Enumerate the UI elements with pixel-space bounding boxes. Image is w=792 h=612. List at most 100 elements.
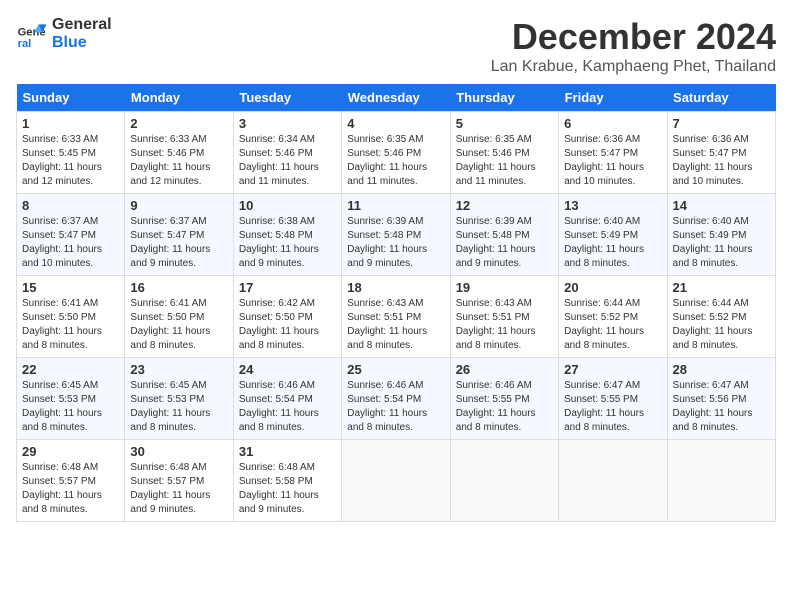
day-number: 18 [347,280,444,295]
day-info: Sunrise: 6:34 AM Sunset: 5:46 PM Dayligh… [239,133,336,189]
day-info: Sunrise: 6:38 AM Sunset: 5:48 PM Dayligh… [239,215,336,271]
calendar-cell: 2 Sunrise: 6:33 AM Sunset: 5:46 PM Daylig… [125,112,233,194]
calendar-cell: 9 Sunrise: 6:37 AM Sunset: 5:47 PM Daylig… [125,194,233,276]
calendar-week-2: 8 Sunrise: 6:37 AM Sunset: 5:47 PM Daylig… [17,194,776,276]
calendar-cell: 3 Sunrise: 6:34 AM Sunset: 5:46 PM Daylig… [233,112,341,194]
day-info: Sunrise: 6:36 AM Sunset: 5:47 PM Dayligh… [564,133,661,189]
day-info: Sunrise: 6:39 AM Sunset: 5:48 PM Dayligh… [456,215,553,271]
day-number: 28 [673,362,770,377]
calendar-cell [450,440,558,522]
day-info: Sunrise: 6:43 AM Sunset: 5:51 PM Dayligh… [347,297,444,353]
calendar-cell: 13 Sunrise: 6:40 AM Sunset: 5:49 PM Dayli… [559,194,667,276]
calendar-cell [667,440,775,522]
logo-text: General Blue [52,16,112,51]
day-number: 11 [347,198,444,213]
calendar-cell: 18 Sunrise: 6:43 AM Sunset: 5:51 PM Dayli… [342,276,450,358]
day-info: Sunrise: 6:48 AM Sunset: 5:57 PM Dayligh… [130,461,227,517]
day-info: Sunrise: 6:35 AM Sunset: 5:46 PM Dayligh… [456,133,553,189]
day-number: 15 [22,280,119,295]
calendar-cell: 17Sunrise: 6:42 AM Sunset: 5:50 PM Dayli… [233,276,341,358]
day-info: Sunrise: 6:46 AM Sunset: 5:54 PM Dayligh… [347,379,444,435]
svg-text:ral: ral [18,37,32,49]
calendar-cell: 31 Sunrise: 6:48 AM Sunset: 5:58 PM Dayli… [233,440,341,522]
day-number: 2 [130,116,227,131]
calendar-cell: 11Sunrise: 6:39 AM Sunset: 5:48 PM Dayli… [342,194,450,276]
day-number: 9 [130,198,227,213]
day-info: Sunrise: 6:41 AM Sunset: 5:50 PM Dayligh… [22,297,119,353]
day-info: Sunrise: 6:41 AM Sunset: 5:50 PM Dayligh… [130,297,227,353]
logo-blue: Blue [52,34,112,52]
day-info: Sunrise: 6:33 AM Sunset: 5:46 PM Dayligh… [130,133,227,189]
calendar-week-4: 22Sunrise: 6:45 AM Sunset: 5:53 PM Dayli… [17,358,776,440]
day-number: 19 [456,280,553,295]
day-info: Sunrise: 6:33 AM Sunset: 5:45 PM Dayligh… [22,133,119,189]
day-number: 27 [564,362,661,377]
calendar-cell: 8 Sunrise: 6:37 AM Sunset: 5:47 PM Daylig… [17,194,125,276]
logo-icon: Gene ral [16,18,48,50]
day-info: Sunrise: 6:47 AM Sunset: 5:56 PM Dayligh… [673,379,770,435]
calendar-cell: 1 Sunrise: 6:33 AM Sunset: 5:45 PM Daylig… [17,112,125,194]
day-number: 20 [564,280,661,295]
day-info: Sunrise: 6:45 AM Sunset: 5:53 PM Dayligh… [130,379,227,435]
calendar-cell: 20Sunrise: 6:44 AM Sunset: 5:52 PM Dayli… [559,276,667,358]
calendar-cell: 28 Sunrise: 6:47 AM Sunset: 5:56 PM Dayli… [667,358,775,440]
day-number: 31 [239,444,336,459]
month-title: December 2024 [491,16,776,58]
day-number: 10 [239,198,336,213]
day-number: 16 [130,280,227,295]
calendar-cell: 26Sunrise: 6:46 AM Sunset: 5:55 PM Dayli… [450,358,558,440]
calendar-cell [559,440,667,522]
day-number: 29 [22,444,119,459]
day-number: 30 [130,444,227,459]
calendar-cell: 6Sunrise: 6:36 AM Sunset: 5:47 PM Daylig… [559,112,667,194]
day-info: Sunrise: 6:44 AM Sunset: 5:52 PM Dayligh… [673,297,770,353]
calendar-cell: 29 Sunrise: 6:48 AM Sunset: 5:57 PM Dayli… [17,440,125,522]
day-number: 4 [347,116,444,131]
logo: Gene ral General Blue [16,16,112,51]
header-saturday: Saturday [667,84,775,112]
calendar-week-5: 29 Sunrise: 6:48 AM Sunset: 5:57 PM Dayli… [17,440,776,522]
header-sunday: Sunday [17,84,125,112]
calendar-cell [342,440,450,522]
day-info: Sunrise: 6:40 AM Sunset: 5:49 PM Dayligh… [564,215,661,271]
calendar-cell: 4 Sunrise: 6:35 AM Sunset: 5:46 PM Daylig… [342,112,450,194]
day-info: Sunrise: 6:37 AM Sunset: 5:47 PM Dayligh… [130,215,227,271]
calendar-cell: 7 Sunrise: 6:36 AM Sunset: 5:47 PM Daylig… [667,112,775,194]
calendar-cell: 14Sunrise: 6:40 AM Sunset: 5:49 PM Dayli… [667,194,775,276]
day-info: Sunrise: 6:43 AM Sunset: 5:51 PM Dayligh… [456,297,553,353]
header-tuesday: Tuesday [233,84,341,112]
day-number: 3 [239,116,336,131]
day-number: 26 [456,362,553,377]
day-number: 23 [130,362,227,377]
calendar-week-1: 1 Sunrise: 6:33 AM Sunset: 5:45 PM Daylig… [17,112,776,194]
calendar-cell: 30 Sunrise: 6:48 AM Sunset: 5:57 PM Dayli… [125,440,233,522]
day-number: 14 [673,198,770,213]
day-number: 25 [347,362,444,377]
day-info: Sunrise: 6:47 AM Sunset: 5:55 PM Dayligh… [564,379,661,435]
header-wednesday: Wednesday [342,84,450,112]
header-monday: Monday [125,84,233,112]
day-number: 1 [22,116,119,131]
calendar-cell: 15 Sunrise: 6:41 AM Sunset: 5:50 PM Dayli… [17,276,125,358]
calendar-cell: 24Sunrise: 6:46 AM Sunset: 5:54 PM Dayli… [233,358,341,440]
header-thursday: Thursday [450,84,558,112]
header-friday: Friday [559,84,667,112]
title-block: December 2024 Lan Krabue, Kamphaeng Phet… [491,16,776,76]
page-header: Gene ral General Blue December 2024 Lan … [16,16,776,76]
calendar-cell: 25 Sunrise: 6:46 AM Sunset: 5:54 PM Dayli… [342,358,450,440]
day-info: Sunrise: 6:48 AM Sunset: 5:58 PM Dayligh… [239,461,336,517]
day-info: Sunrise: 6:36 AM Sunset: 5:47 PM Dayligh… [673,133,770,189]
calendar-cell: 23 Sunrise: 6:45 AM Sunset: 5:53 PM Dayli… [125,358,233,440]
calendar-cell: 21Sunrise: 6:44 AM Sunset: 5:52 PM Dayli… [667,276,775,358]
calendar-cell: 16 Sunrise: 6:41 AM Sunset: 5:50 PM Dayli… [125,276,233,358]
calendar-cell: 22Sunrise: 6:45 AM Sunset: 5:53 PM Dayli… [17,358,125,440]
day-number: 7 [673,116,770,131]
day-number: 8 [22,198,119,213]
calendar-table: Sunday Monday Tuesday Wednesday Thursday… [16,84,776,522]
day-info: Sunrise: 6:37 AM Sunset: 5:47 PM Dayligh… [22,215,119,271]
day-info: Sunrise: 6:48 AM Sunset: 5:57 PM Dayligh… [22,461,119,517]
day-number: 13 [564,198,661,213]
day-info: Sunrise: 6:46 AM Sunset: 5:54 PM Dayligh… [239,379,336,435]
day-number: 17 [239,280,336,295]
day-info: Sunrise: 6:35 AM Sunset: 5:46 PM Dayligh… [347,133,444,189]
